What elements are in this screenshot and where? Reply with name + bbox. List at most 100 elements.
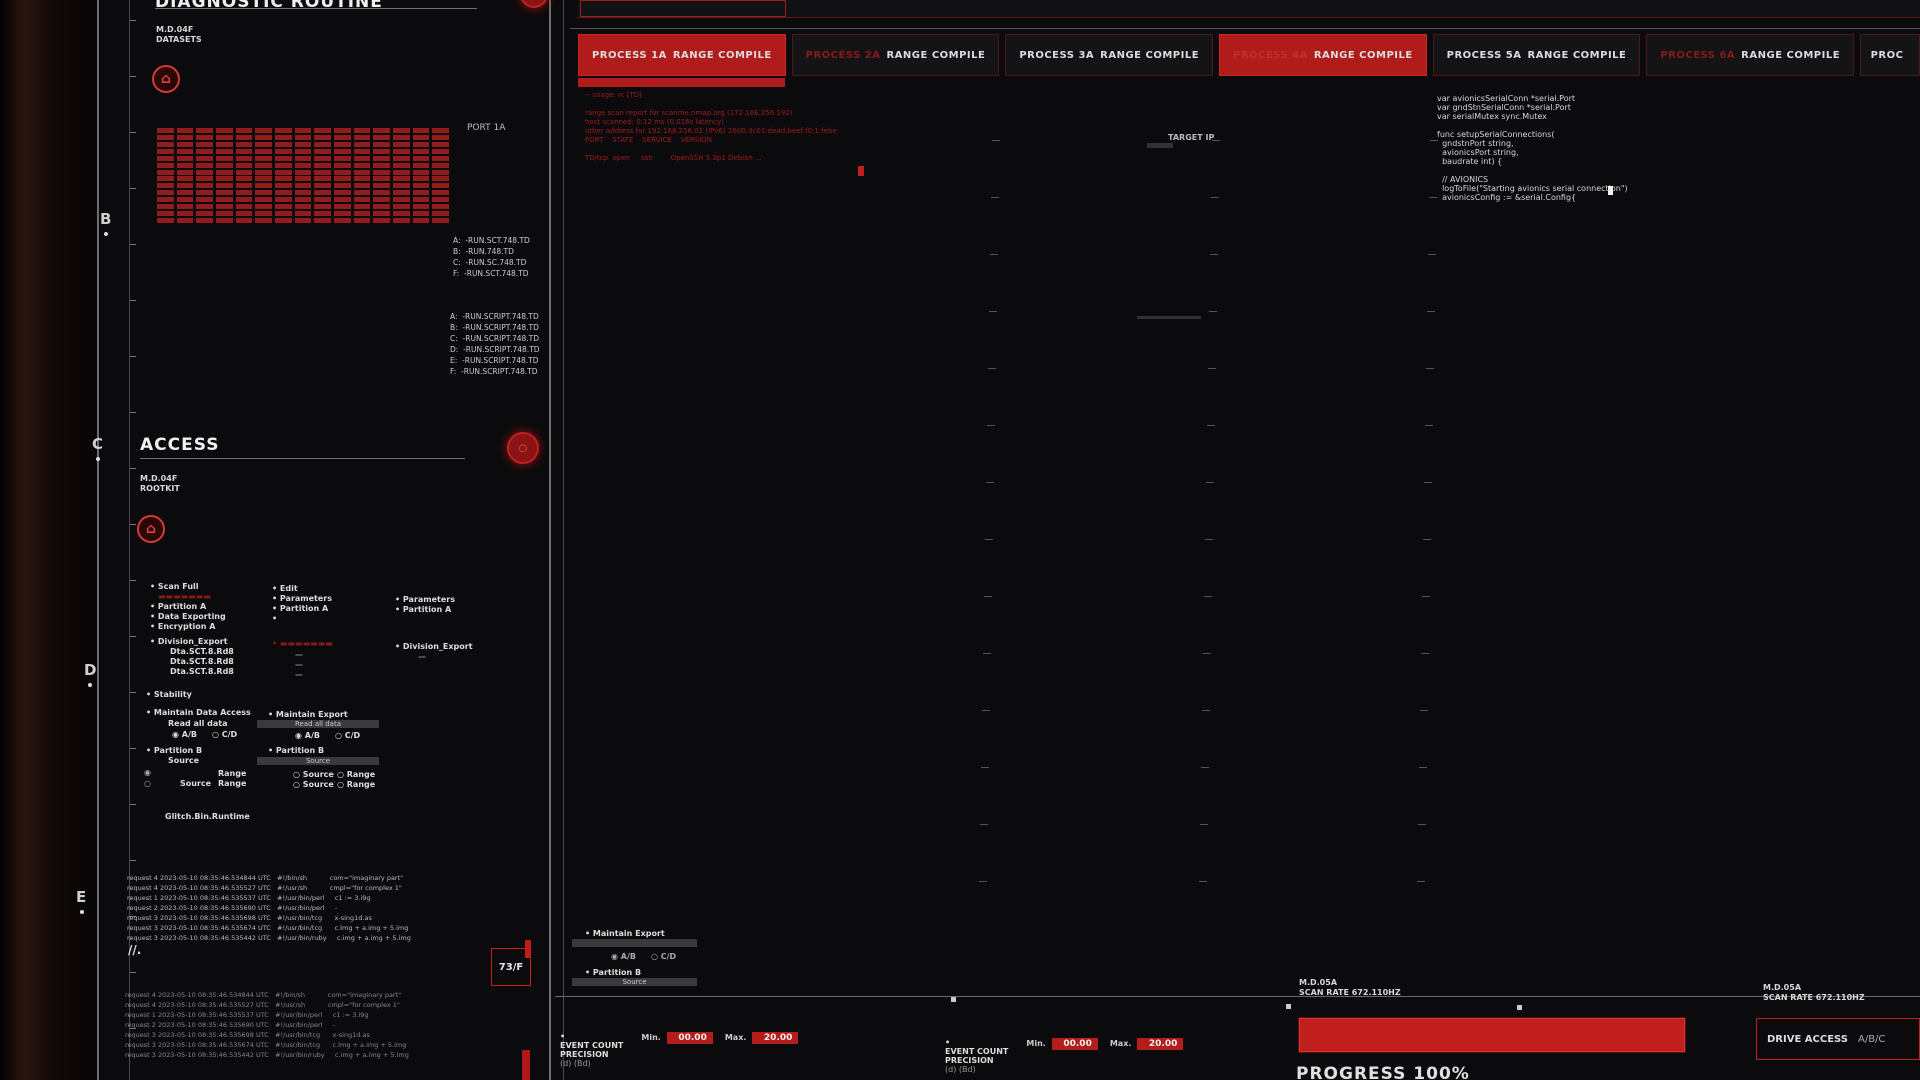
grid-cell [255,162,272,168]
grid-cell [412,197,430,203]
log-line: request 4 2023-05-10 08:35:46.535527 UTC… [127,884,402,892]
access-emblem-icon[interactable]: ⌂ [137,515,165,543]
option-range[interactable]: ○ Range [337,770,375,780]
menu-dta-item[interactable]: Dta.SCT.8.Rd8 [170,667,234,677]
radio-ab-main[interactable]: ◉ A/B [611,952,636,962]
run-line[interactable]: E: -RUN.SCRIPT.748.TD [450,355,540,366]
read-all-bar[interactable]: Read all data [257,720,379,728]
run-line[interactable]: F: -RUN.SCRIPT.748.TD [450,366,540,377]
menu-partition-b[interactable]: • Partition B [146,746,202,756]
menu-partition-b-main[interactable]: • Partition B [585,968,641,978]
menu-source[interactable]: Source [168,756,199,766]
record-indicator-access[interactable]: ○ [507,432,539,464]
run-line[interactable]: A: -RUN.SCRIPT.748.TD [450,311,540,322]
grid-cell [353,211,371,217]
menu-data-exporting[interactable]: • Data Exporting [150,612,226,622]
grid-cell [412,169,430,175]
column-dash [1421,596,1430,597]
grid-cell [235,128,253,133]
radio-ab[interactable]: ◉ A/B [172,730,197,740]
menu-partition-a[interactable]: • Partition A [150,602,226,612]
menu-read-all[interactable]: Read all data [168,719,228,729]
menu-parameters[interactable]: • Parameters [395,595,455,605]
grid-cell [353,134,371,140]
tab-process-1[interactable]: PROCESS 1A RANGE COMPILE [578,34,786,76]
grid-cell [353,183,371,189]
run-line[interactable]: B: -RUN.SCRIPT.748.TD [450,322,540,333]
console-line: PORT STATE SERVICE VERSION [585,136,713,144]
option-source[interactable]: ○ Source [293,780,334,790]
run-line[interactable]: B: -RUN.748.TD [453,246,530,257]
bottom-rule [555,996,1920,997]
menu-dta-item[interactable]: Dta.SCT.8.Rd8 [170,647,234,657]
access-menu-col1b: • Division_Export Dta.SCT.8.Rd8 Dta.SCT.… [150,637,234,677]
menu-edit[interactable]: • Edit [272,584,332,594]
radio-cd-2[interactable]: ○ C/D [335,731,360,741]
option-source[interactable]: ○ Source [293,770,334,780]
top-toolbar-active[interactable] [580,0,786,17]
bullet: • [945,1038,951,1047]
grid-cell [432,183,449,189]
menu-partition-a[interactable]: • Partition A [272,604,332,614]
event-max-value[interactable]: 20.00 [1137,1038,1184,1050]
source-bar-main[interactable]: Source [572,978,697,986]
grid-cell [314,197,331,203]
event-min-value[interactable]: 00.00 [1051,1038,1098,1050]
menu-maintain-export-main[interactable]: • Maintain Export [585,929,665,939]
tab-process-4[interactable]: PROCESS 4A RANGE COMPILE [1219,34,1427,76]
grid-cell [333,148,351,154]
run-line[interactable]: D: -RUN.SCRIPT.748.TD [450,344,540,355]
run-line[interactable]: C: -RUN.SC.748.TD [453,257,530,268]
grid-cell [314,141,331,147]
grid-cell [255,197,272,203]
tab-process-3[interactable]: PROCESS 3A RANGE COMPILE [1005,34,1214,76]
grid-cell [373,176,390,182]
tab-process-6[interactable]: PROCESS 6A RANGE COMPILE [1646,34,1855,76]
run-line[interactable]: F: -RUN.SCT.748.TD [453,268,530,279]
export-bar[interactable] [572,939,697,947]
event-min-value[interactable]: 00.00 [666,1032,713,1044]
grid-cell [314,128,331,133]
menu-maintain-access[interactable]: • Maintain Data Access [146,708,251,718]
menu-division-export[interactable]: • Division_Export [150,637,234,647]
radio-ab-2[interactable]: ◉ A/B [295,731,320,741]
sidebar-tick [130,300,136,301]
menu-stability[interactable]: • Stability [146,690,192,700]
tab-process-5[interactable]: PROCESS 5A RANGE COMPILE [1432,34,1641,76]
tab-process-2[interactable]: PROCESS 2A RANGE COMPILE [791,34,1000,76]
radio-marker[interactable]: ○ [144,779,151,789]
datasets-emblem-icon[interactable]: ⌂ [152,65,180,93]
menu-maintain-export[interactable]: • Maintain Export [268,710,348,720]
menu-parameters[interactable]: • Parameters [272,594,332,604]
radio-cd-main[interactable]: ○ C/D [651,952,676,962]
column-dash [992,140,1000,141]
radio-cd[interactable]: ○ C/D [212,730,237,740]
target-ip-label: TARGET IP [1168,133,1215,142]
radio-marker[interactable]: ◉ [144,768,151,778]
grid-cell [432,211,449,217]
option-range[interactable]: ○ Range [337,780,375,790]
menu-dta-item[interactable]: Dta.SCT.8.Rd8 [170,657,234,667]
code-line: var avionicsSerialConn *serial.Port [1437,94,1576,103]
grid-cell [412,211,430,217]
menu-division-export-3[interactable]: • Division_Export [395,642,473,652]
tab-process-7[interactable]: PROC [1860,34,1920,76]
run-line[interactable]: A: -RUN.SCT.748.TD [453,235,530,246]
menu-scan-full[interactable]: • Scan Full [150,582,226,592]
grid-cell [176,134,194,140]
menu-encryption-a[interactable]: • Encryption A [150,622,226,632]
source-bar[interactable]: Source [257,757,379,765]
menu-partition-a[interactable]: • Partition A [395,605,455,615]
source-code-view[interactable]: var avionicsSerialConn *serial.Port var g… [1437,94,1628,202]
run-line[interactable]: C: -RUN.SCRIPT.748.TD [450,333,540,344]
drive-access-button[interactable]: DRIVE ACCESS A/B/C [1756,1018,1920,1060]
grid-cell [353,204,371,210]
menu-partition-b-2[interactable]: • Partition B [268,746,324,756]
event-max-value[interactable]: 20.00 [752,1032,799,1044]
grid-cell [274,128,292,133]
grid-cell [215,169,233,175]
grid-cell [274,176,292,182]
sidebar-letter-c: C [92,435,104,453]
grid-cell [314,204,331,210]
bullet: • [560,1032,566,1041]
